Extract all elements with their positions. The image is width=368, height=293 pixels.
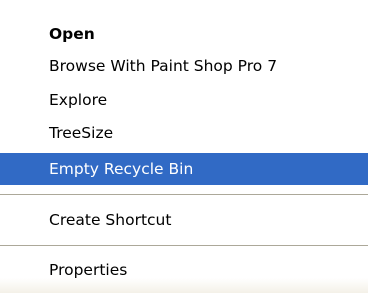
menu-item-open[interactable]: Open bbox=[0, 18, 368, 50]
menu-item-explore[interactable]: Explore bbox=[0, 84, 368, 116]
screenshot-stage: Open Browse With Paint Shop Pro 7 Explor… bbox=[0, 0, 368, 293]
bottom-shade bbox=[0, 278, 368, 293]
menu-item-create-shortcut[interactable]: Create Shortcut bbox=[0, 204, 368, 236]
menu-separator bbox=[0, 194, 368, 198]
menu-item-empty-recycle-bin[interactable]: Empty Recycle Bin bbox=[0, 153, 368, 185]
menu-separator bbox=[0, 245, 368, 249]
menu-item-treesize[interactable]: TreeSize bbox=[0, 117, 368, 149]
menu-item-browse-with-paint-shop-pro[interactable]: Browse With Paint Shop Pro 7 bbox=[0, 50, 368, 82]
context-menu: Open Browse With Paint Shop Pro 7 Explor… bbox=[0, 0, 368, 293]
separator-highlight bbox=[0, 246, 368, 247]
separator-highlight bbox=[0, 195, 368, 196]
